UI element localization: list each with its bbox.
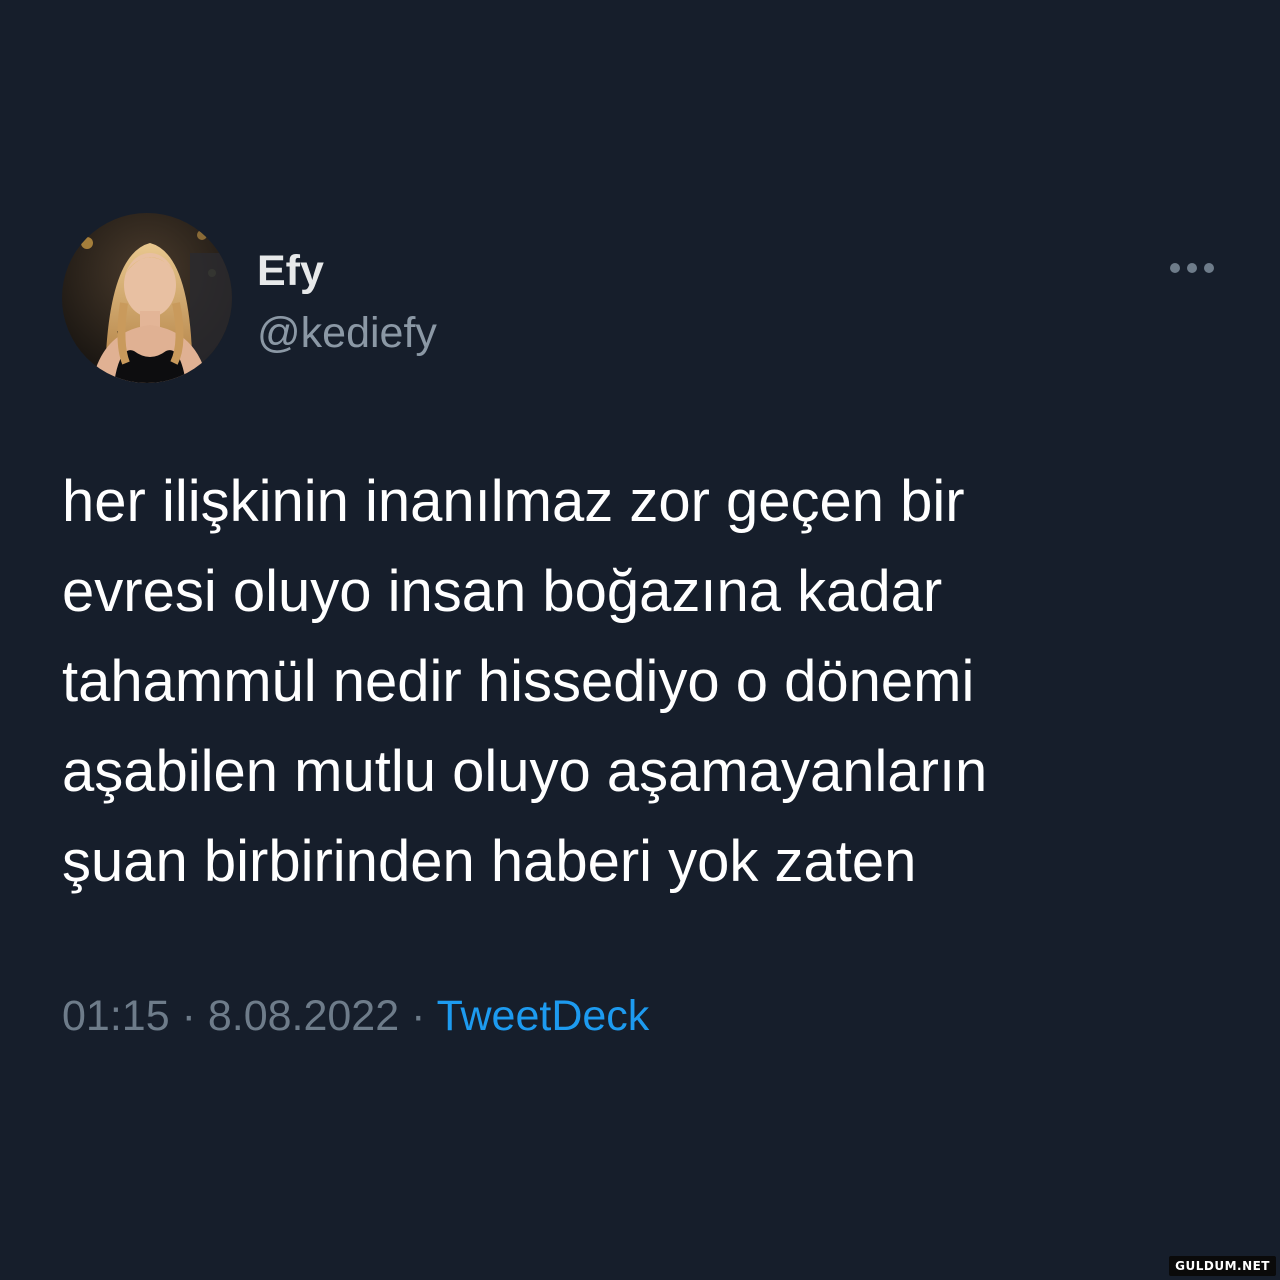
tweet-text-line: her ilişkinin inanılmaz zor geçen bir bbox=[62, 469, 965, 534]
watermark: GULDUM.NET bbox=[1169, 1256, 1276, 1276]
more-options-icon bbox=[1170, 263, 1214, 273]
tweet-text-line: tahammül nedir hissediyo o dönemi bbox=[62, 649, 975, 714]
tweet-time[interactable]: 01:15 bbox=[62, 992, 170, 1040]
user-handle[interactable]: @kediefy bbox=[257, 308, 437, 358]
more-options-button[interactable] bbox=[1166, 254, 1218, 282]
tweet-screenshot: Efy @kediefy her ilişkinin inanılmaz zor… bbox=[0, 0, 1280, 1280]
tweet-text-line: aşabilen mutlu oluyo aşamayanların bbox=[62, 739, 988, 804]
tweet-text-line: şuan birbirinden haberi yok zaten bbox=[62, 829, 917, 894]
tweet-metadata: 01:15 · 8.08.2022 · TweetDeck bbox=[62, 988, 649, 1044]
tweet-date[interactable]: 8.08.2022 bbox=[208, 992, 399, 1040]
tweet-source-link[interactable]: TweetDeck bbox=[437, 992, 650, 1040]
profile-photo-avatar bbox=[62, 213, 232, 383]
meta-separator: · bbox=[181, 992, 196, 1040]
meta-separator: · bbox=[411, 992, 426, 1040]
display-name[interactable]: Efy bbox=[257, 246, 324, 296]
tweet-text-line: evresi oluyo insan boğazına kadar bbox=[62, 559, 943, 624]
tweet-text: her ilişkinin inanılmaz zor geçen bir ev… bbox=[62, 457, 1242, 907]
avatar[interactable] bbox=[62, 213, 232, 383]
